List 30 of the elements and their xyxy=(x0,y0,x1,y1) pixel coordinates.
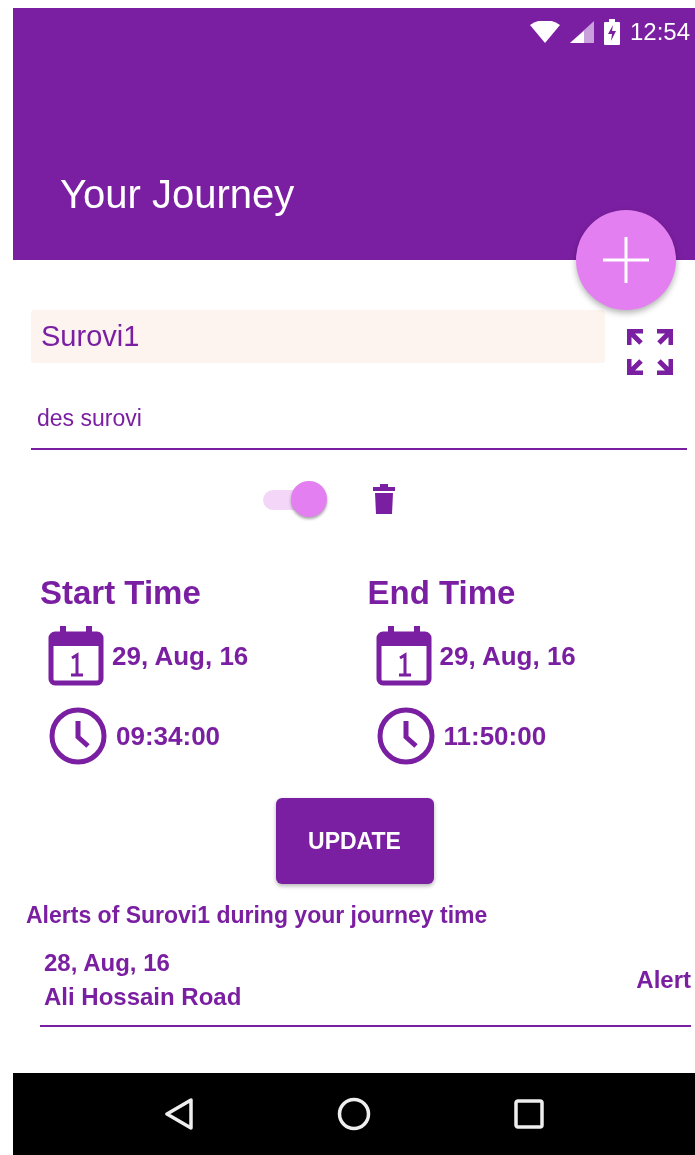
clock-time: 12:54 xyxy=(629,18,690,46)
clock-icon[interactable] xyxy=(48,706,108,766)
trash-icon[interactable] xyxy=(373,484,395,514)
calendar-icon[interactable] xyxy=(375,626,432,686)
calendar-icon[interactable] xyxy=(48,626,104,686)
alert-location: Ali Hossain Road xyxy=(44,983,242,1011)
alert-date: 28, Aug, 16 xyxy=(44,949,171,977)
signal-icon xyxy=(569,21,594,43)
description-field[interactable]: des surovi xyxy=(31,405,687,450)
date-text: 29, Aug, 16 xyxy=(112,640,249,672)
update-button[interactable]: UPDATE xyxy=(275,798,434,884)
battery-icon xyxy=(603,19,620,45)
screen-title: Your Journey xyxy=(60,172,295,216)
recents-icon[interactable] xyxy=(513,1099,544,1129)
time-text: 09:34:00 xyxy=(116,720,221,752)
journey-name-field[interactable]: Surovi1 xyxy=(31,309,605,363)
time-text: 11:50:00 xyxy=(443,720,547,752)
expand-icon[interactable] xyxy=(627,329,673,375)
clock-icon[interactable] xyxy=(375,706,436,766)
home-icon[interactable] xyxy=(337,1097,371,1131)
date-text: 29, Aug, 16 xyxy=(439,640,576,672)
toggle-switch[interactable] xyxy=(263,480,327,518)
plus-icon xyxy=(603,237,649,283)
section-heading: Start Time xyxy=(40,574,202,612)
alert-link[interactable]: Alert xyxy=(636,966,691,994)
wifi-icon xyxy=(529,21,560,43)
back-icon[interactable] xyxy=(164,1098,195,1130)
alerts-heading: Alerts of Surovi1 during your journey time xyxy=(26,902,489,929)
add-button[interactable] xyxy=(576,210,676,310)
section-heading: End Time xyxy=(367,574,517,612)
